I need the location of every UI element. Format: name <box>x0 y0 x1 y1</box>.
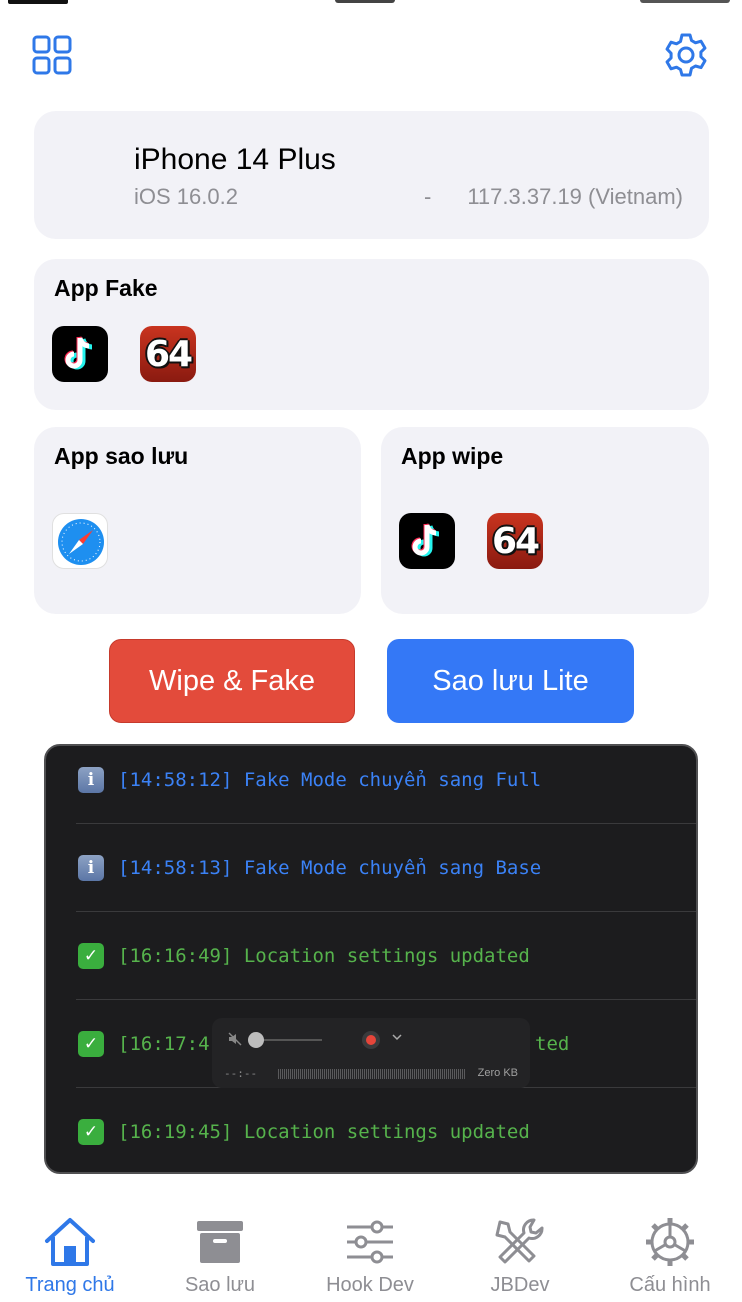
tab-hook-dev[interactable]: Hook Dev <box>310 1196 430 1302</box>
gear-icon[interactable] <box>660 29 712 81</box>
tab-home[interactable]: Trang chủ <box>10 1196 130 1302</box>
check-icon: ✓ <box>78 943 104 969</box>
n64-icon[interactable]: 64 <box>140 326 196 382</box>
screen-recorder-overlay: --:-- Zero KB <box>212 1018 530 1088</box>
check-icon: ✓ <box>78 1119 104 1145</box>
tiktok-icon[interactable] <box>52 326 108 382</box>
chevron-down-icon[interactable] <box>392 1030 402 1044</box>
app-backup-title: App sao lưu <box>54 443 189 469</box>
log-line: ✓ [16:17:4 <box>78 1024 210 1064</box>
status-time <box>335 0 395 3</box>
tab-settings[interactable]: Cấu hình <box>610 1196 730 1302</box>
log-text: [16:19:45] Location settings updated <box>118 1121 530 1143</box>
audio-level-meter <box>278 1069 466 1079</box>
app-wipe-title: App wipe <box>401 443 504 469</box>
log-line: ✓ [16:16:49] Location settings updated <box>78 936 530 976</box>
device-name: iPhone 14 Plus <box>134 143 336 176</box>
tab-label: Sao lưu <box>184 1274 256 1296</box>
sliders-icon <box>340 1214 400 1270</box>
info-icon: i <box>78 855 104 881</box>
signal-icon <box>8 0 68 4</box>
wipe-fake-button[interactable]: Wipe & Fake <box>109 639 355 723</box>
safari-icon[interactable] <box>52 513 108 569</box>
volume-track[interactable] <box>256 1039 322 1041</box>
archive-icon <box>190 1214 250 1270</box>
device-ip: 117.3.37.19 (Vietnam) <box>467 184 683 209</box>
backup-lite-button[interactable]: Sao lưu Lite <box>387 639 634 723</box>
mute-icon[interactable] <box>228 1032 242 1049</box>
record-button[interactable] <box>362 1031 380 1049</box>
device-card: iPhone 14 Plus iOS 16.0.2 - 117.3.37.19 … <box>34 111 709 239</box>
log-line: i [14:58:12] Fake Mode chuyển sang Full <box>78 760 541 800</box>
app-wipe-card: App wipe 64 <box>381 427 709 614</box>
log-text: [14:58:12] Fake Mode chuyển sang Full <box>118 769 542 791</box>
app-backup-card: App sao lưu <box>34 427 361 614</box>
battery-icon <box>640 0 730 3</box>
n64-icon[interactable]: 64 <box>487 513 543 569</box>
device-os-version: iOS 16.0.2 <box>134 184 238 209</box>
log-divider <box>76 999 696 1000</box>
log-text: [14:58:13] Fake Mode chuyển sang Base <box>118 857 542 879</box>
log-line: ✓ [16:19:45] Location settings updated <box>78 1112 530 1152</box>
log-text: [16:17:4 <box>118 1033 210 1055</box>
volume-slider-knob[interactable] <box>248 1032 264 1048</box>
grid-icon[interactable] <box>26 29 78 81</box>
log-text: [16:16:49] Location settings updated <box>118 945 530 967</box>
log-divider <box>76 823 696 824</box>
record-time: --:-- <box>224 1067 258 1080</box>
tiktok-icon[interactable] <box>399 513 455 569</box>
app-fake-title: App Fake <box>54 275 158 301</box>
tab-label: Hook Dev <box>326 1274 414 1296</box>
tab-backup[interactable]: Sao lưu <box>160 1196 280 1302</box>
log-line: i [14:58:13] Fake Mode chuyển sang Base <box>78 848 541 888</box>
tab-bar: Trang chủ Sao lưu Hook Dev JBDev Cấu hìn… <box>0 1196 742 1302</box>
tools-icon <box>490 1214 550 1270</box>
tab-label: Trang chủ <box>25 1274 115 1296</box>
log-text-tail: ted <box>535 1024 569 1064</box>
tab-jbdev[interactable]: JBDev <box>460 1196 580 1302</box>
tab-label: Cấu hình <box>629 1274 711 1296</box>
info-icon: i <box>78 767 104 793</box>
n64-icon-label: 64 <box>144 333 193 375</box>
check-icon: ✓ <box>78 1031 104 1057</box>
n64-icon-label: 64 <box>491 520 540 562</box>
app-fake-card: App Fake 64 <box>34 259 709 410</box>
log-divider <box>76 911 696 912</box>
log-text: ted <box>535 1033 570 1055</box>
log-console: i [14:58:12] Fake Mode chuyển sang Full … <box>44 744 698 1174</box>
record-size: Zero KB <box>477 1067 518 1079</box>
home-icon <box>40 1214 100 1270</box>
tab-label: JBDev <box>490 1274 550 1296</box>
status-bar <box>0 0 742 8</box>
settings-icon <box>640 1214 700 1270</box>
device-separator: - <box>424 184 432 209</box>
